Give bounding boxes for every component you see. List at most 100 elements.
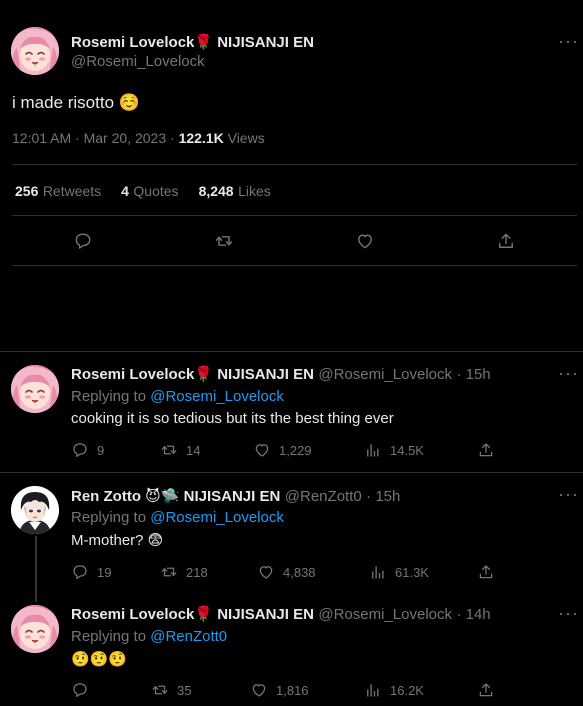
retweet-button[interactable]: 14 — [160, 441, 200, 459]
retweet-count: 14 — [186, 442, 201, 458]
view-count: 16.2K — [390, 682, 424, 698]
avatar-image — [11, 27, 59, 75]
views-button[interactable]: 14.5K — [364, 441, 424, 459]
share-button[interactable] — [496, 231, 516, 251]
avatar-image — [11, 365, 59, 413]
retweet-button[interactable]: 35 — [151, 681, 191, 699]
replying-to: Replying to @Rosemi_Lovelock — [71, 388, 284, 405]
share-button[interactable] — [477, 681, 495, 699]
like-icon — [358, 234, 372, 249]
reply-age[interactable]: · 15h — [456, 366, 490, 383]
reply-count: 19 — [97, 564, 112, 580]
like-button[interactable] — [355, 231, 375, 251]
reply-header: Rosemi Lovelock🌹 NIJISANJI EN @Rosemi_Lo… — [71, 605, 491, 624]
share-icon — [499, 233, 513, 248]
quotes-count: 4 — [121, 183, 129, 199]
reply-handle[interactable]: @RenZott0 — [285, 488, 362, 505]
retweet-count: 218 — [186, 564, 208, 580]
avatar[interactable] — [11, 27, 59, 75]
views-icon — [372, 566, 384, 579]
share-button[interactable] — [477, 441, 495, 459]
views-icon — [367, 444, 379, 457]
reply-count: 9 — [97, 442, 105, 458]
share-button[interactable] — [477, 563, 495, 581]
reply-header: Rosemi Lovelock🌹 NIJISANJI EN @Rosemi_Lo… — [71, 365, 491, 384]
reply-display-name[interactable]: Rosemi Lovelock🌹 NIJISANJI EN — [71, 606, 314, 623]
reply-icon — [75, 233, 91, 249]
share-icon — [479, 683, 493, 697]
retweets-stat[interactable]: 256 Retweets — [15, 183, 101, 201]
more-options-icon[interactable]: ··· — [558, 31, 579, 52]
retweet-button[interactable] — [214, 231, 234, 251]
tweet-date[interactable]: Mar 20, 2023 — [84, 130, 167, 146]
like-icon — [252, 684, 266, 697]
view-count: 61.3K — [395, 564, 429, 580]
like-button[interactable]: 1,229 — [253, 441, 312, 459]
like-count: 4,838 — [283, 564, 316, 580]
like-count: 1,229 — [279, 442, 312, 458]
reply-age[interactable]: · 14h — [456, 606, 490, 623]
section-divider — [0, 472, 583, 473]
more-options-icon[interactable]: ··· — [558, 484, 579, 505]
meta-separator: · — [170, 130, 175, 146]
author-display-name[interactable]: Rosemi Lovelock🌹 NIJISANJI EN — [71, 33, 314, 51]
thread-connector — [35, 536, 37, 602]
like-icon — [259, 566, 273, 579]
more-options-icon[interactable]: ··· — [558, 363, 579, 384]
replying-to-prefix: Replying to — [71, 388, 147, 405]
views-label: Views — [227, 130, 265, 146]
reply-display-name[interactable]: Ren Zotto 😈🛸 NIJISANJI EN — [71, 488, 280, 505]
replying-to: Replying to @RenZott0 — [71, 628, 227, 645]
reply-handle[interactable]: @Rosemi_Lovelock — [318, 606, 452, 623]
quotes-label: Quotes — [133, 183, 179, 199]
reply-button[interactable]: 19 — [71, 563, 111, 581]
reply-header: Ren Zotto 😈🛸 NIJISANJI EN @RenZott0 · 15… — [71, 487, 400, 506]
reply-text: 🤨🤨🤨 — [71, 651, 128, 668]
views-count: 122.1K — [178, 130, 224, 146]
retweet-icon — [215, 236, 233, 246]
reply-button[interactable] — [71, 681, 97, 699]
like-button[interactable]: 1,816 — [250, 681, 309, 699]
replying-to-link[interactable]: @Rosemi_Lovelock — [150, 509, 284, 526]
like-button[interactable]: 4,838 — [257, 563, 316, 581]
views-icon — [367, 684, 379, 697]
reply-handle[interactable]: @Rosemi_Lovelock — [318, 366, 452, 383]
retweet-button[interactable]: 218 — [160, 563, 208, 581]
reply-avatar[interactable] — [11, 605, 59, 653]
likes-stat[interactable]: 8,248 Likes — [199, 183, 271, 201]
retweet-count: 35 — [177, 682, 192, 698]
reply-avatar[interactable] — [11, 486, 59, 534]
reply-button[interactable]: 9 — [71, 441, 104, 459]
avatar-image — [11, 486, 59, 534]
quotes-stat[interactable]: 4 Quotes — [121, 183, 178, 201]
meta-separator: · — [75, 130, 80, 146]
views-button[interactable]: 16.2K — [364, 681, 424, 699]
retweets-count: 256 — [15, 183, 39, 199]
tweet-time[interactable]: 12:01 AM — [12, 130, 71, 146]
author-handle[interactable]: @Rosemi_Lovelock — [71, 53, 205, 70]
reply-avatar[interactable] — [11, 365, 59, 413]
replying-to-prefix: Replying to — [71, 509, 147, 526]
replying-to: Replying to @Rosemi_Lovelock — [71, 509, 284, 526]
replying-to-link[interactable]: @RenZott0 — [150, 628, 227, 645]
likes-count: 8,248 — [198, 183, 234, 199]
reply-text: cooking it is so tedious but its the bes… — [71, 410, 394, 427]
retweets-label: Retweets — [42, 183, 102, 199]
retweet-icon — [152, 685, 168, 695]
divider — [12, 164, 577, 165]
reply-icon — [73, 683, 87, 698]
like-count: 1,816 — [276, 682, 309, 698]
replying-to-prefix: Replying to — [71, 628, 147, 645]
more-options-icon[interactable]: ··· — [558, 603, 579, 624]
like-icon — [255, 444, 269, 457]
share-icon — [479, 443, 493, 457]
reply-age[interactable]: · 15h — [366, 488, 400, 505]
views-button[interactable]: 61.3K — [369, 563, 429, 581]
reply-icon — [73, 443, 87, 458]
tweet-meta: 12:01 AM · Mar 20, 2023 · 122.1K Views — [12, 130, 265, 146]
reply-icon — [73, 565, 87, 580]
reply-text: M-mother? 😨 — [71, 532, 164, 549]
reply-display-name[interactable]: Rosemi Lovelock🌹 NIJISANJI EN — [71, 366, 314, 383]
reply-button[interactable] — [73, 231, 93, 251]
replying-to-link[interactable]: @Rosemi_Lovelock — [150, 388, 284, 405]
